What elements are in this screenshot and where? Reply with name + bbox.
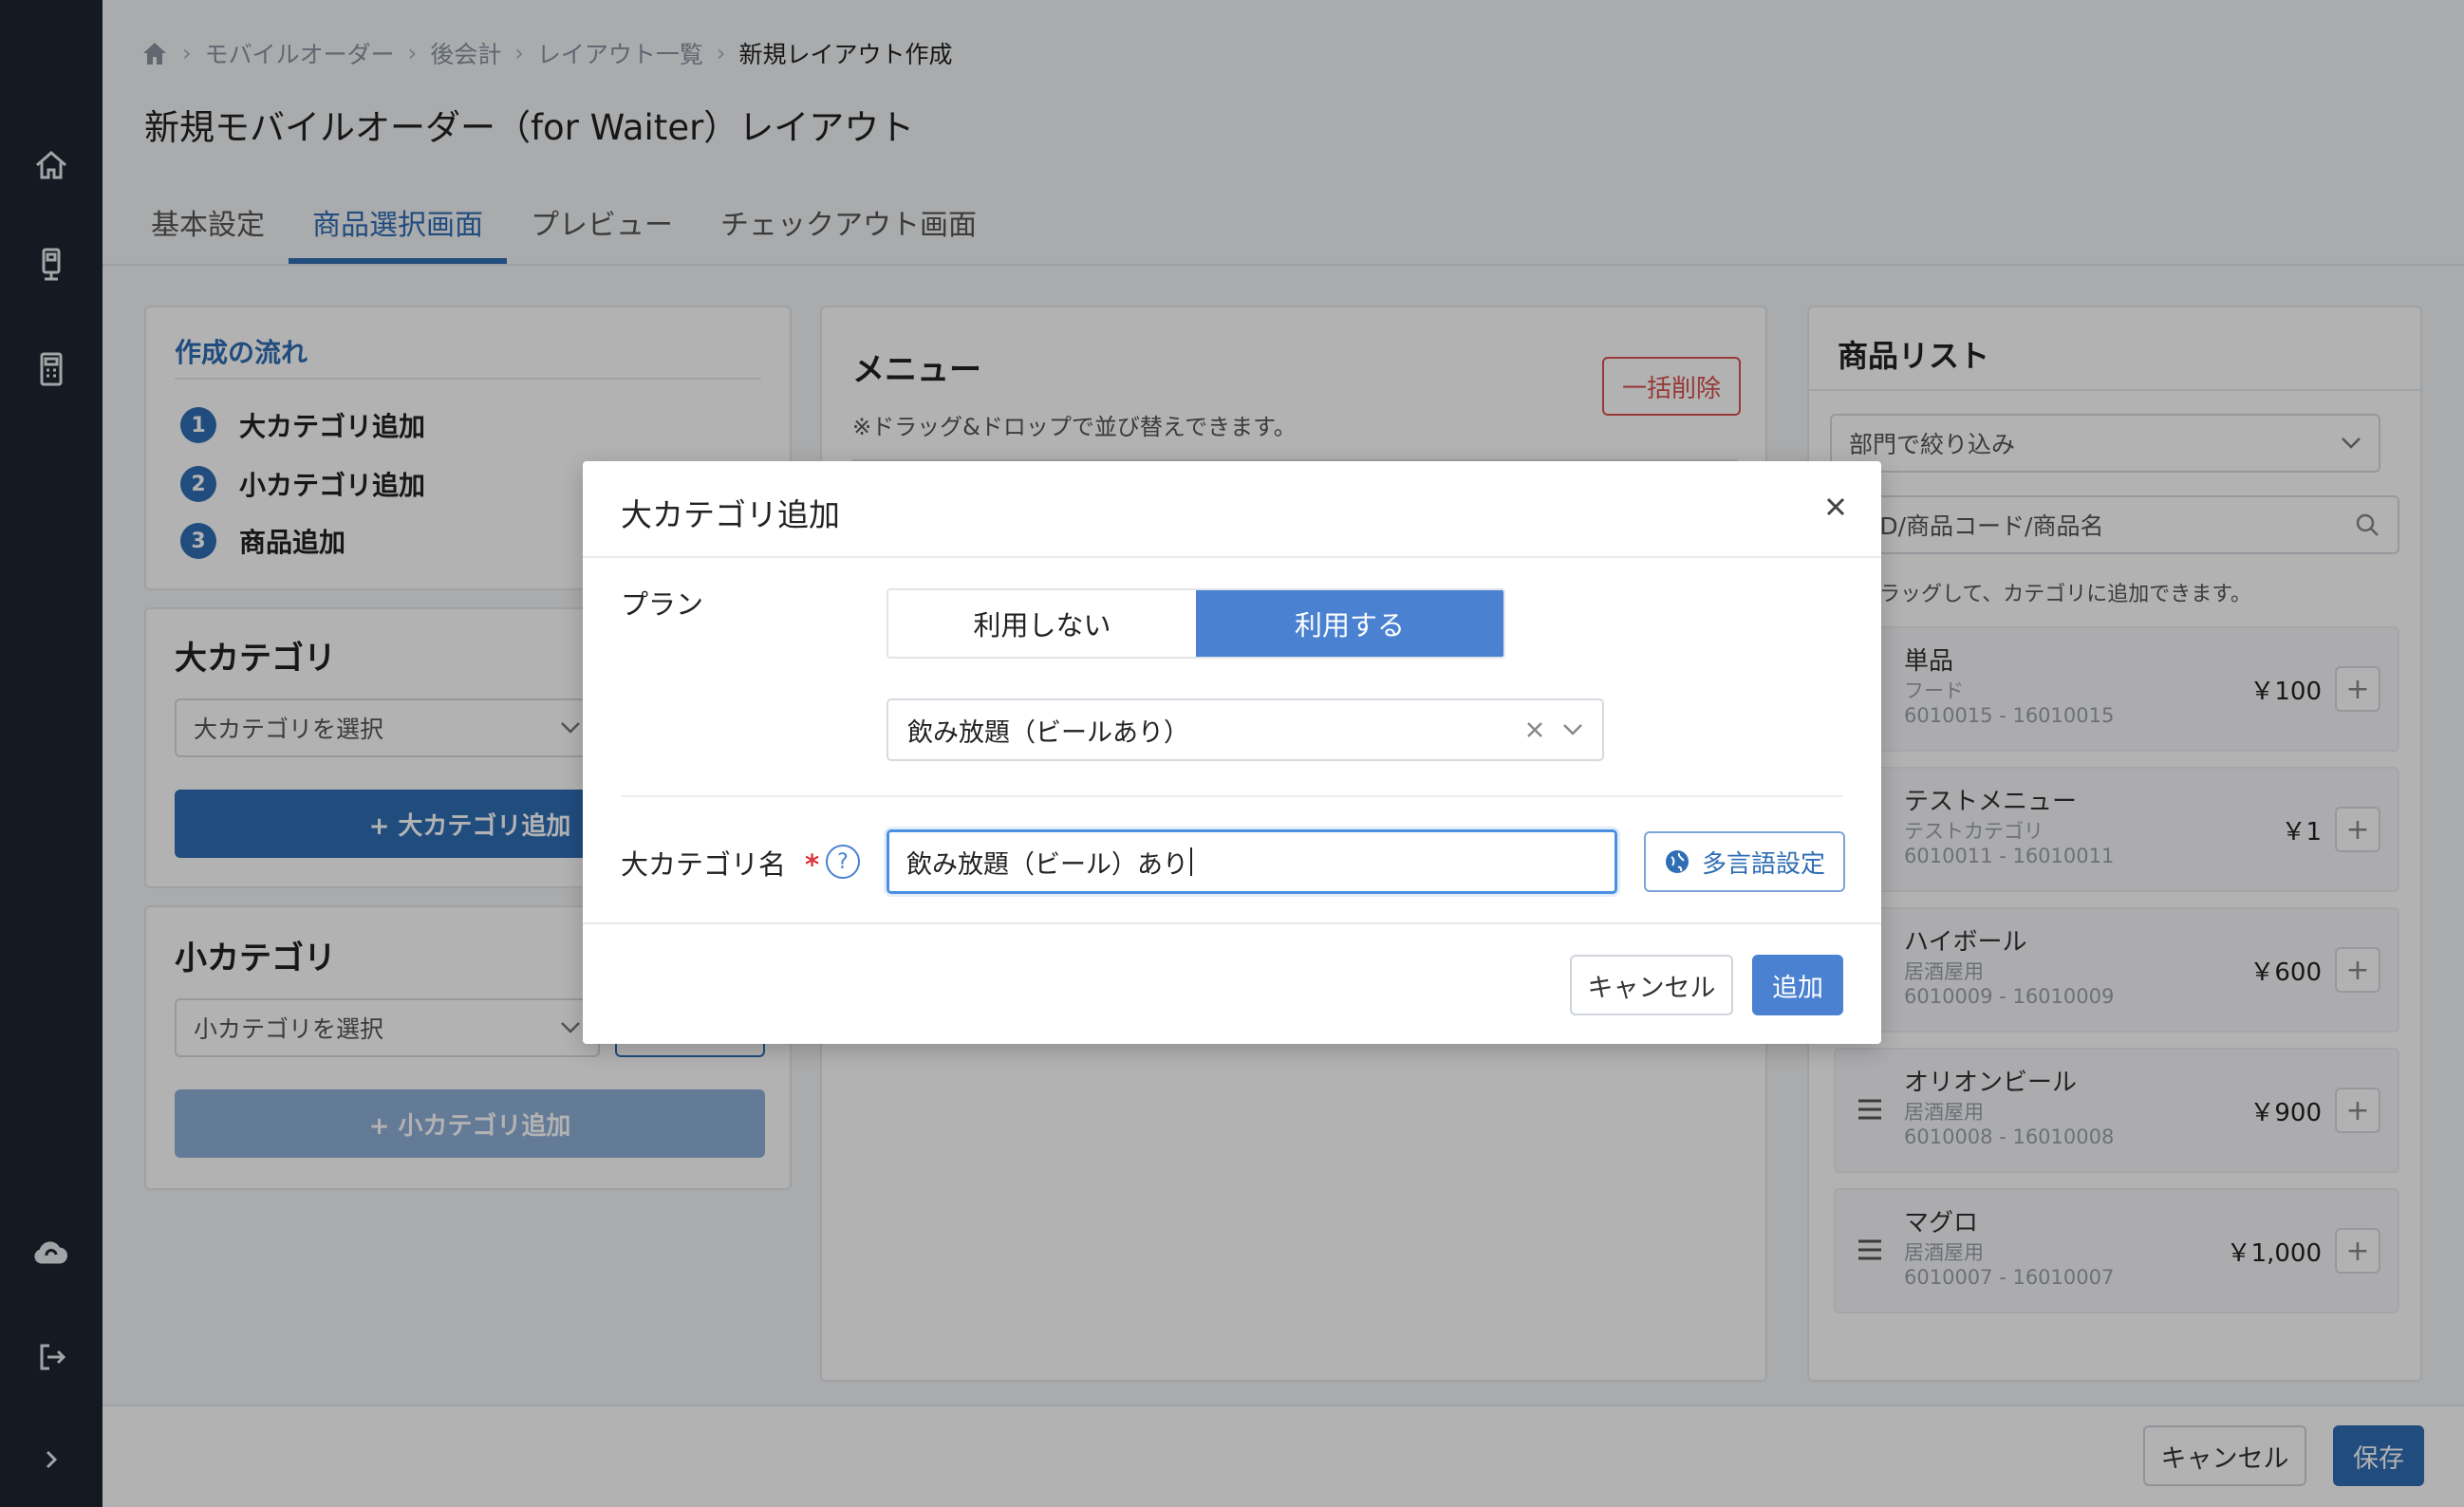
- category-name-label-text: 大カテゴリ名: [621, 848, 787, 881]
- required-mark: *: [805, 848, 820, 881]
- plan-on-option[interactable]: 利用する: [1196, 590, 1503, 657]
- category-name-label: 大カテゴリ名 *: [621, 843, 819, 883]
- clear-icon[interactable]: [1524, 719, 1545, 740]
- dialog-header: 大カテゴリ追加: [583, 461, 1881, 558]
- plan-label: プラン: [621, 588, 704, 621]
- divider: [583, 922, 1881, 924]
- multilingual-settings-button[interactable]: 多言語設定: [1644, 831, 1845, 892]
- multilingual-label: 多言語設定: [1701, 849, 1825, 879]
- input-value: 飲み放題（ビール）あり: [906, 849, 1188, 880]
- plan-toggle: 利用しない 利用する: [887, 588, 1505, 659]
- close-icon[interactable]: [1822, 493, 1849, 520]
- globe-icon: [1665, 850, 1689, 873]
- dialog-cancel-button[interactable]: キャンセル: [1570, 955, 1733, 1015]
- category-name-input[interactable]: 飲み放題（ビール）あり: [887, 829, 1617, 894]
- plan-off-option[interactable]: 利用しない: [888, 590, 1196, 657]
- add-large-category-dialog: 大カテゴリ追加 プラン 利用しない 利用する 飲み放題（ビールあり） 大カテゴリ…: [583, 461, 1881, 1044]
- text-caret: [1190, 847, 1192, 876]
- help-icon[interactable]: ?: [826, 845, 860, 879]
- plan-selected-value: 飲み放題（ビールあり）: [907, 717, 1189, 748]
- plan-select[interactable]: 飲み放題（ビールあり）: [887, 698, 1604, 761]
- dialog-title: 大カテゴリ追加: [621, 496, 840, 533]
- select-controls: [1524, 719, 1583, 740]
- dialog-add-button[interactable]: 追加: [1752, 955, 1843, 1015]
- divider: [621, 795, 1843, 797]
- chevron-down-icon: [1563, 724, 1582, 735]
